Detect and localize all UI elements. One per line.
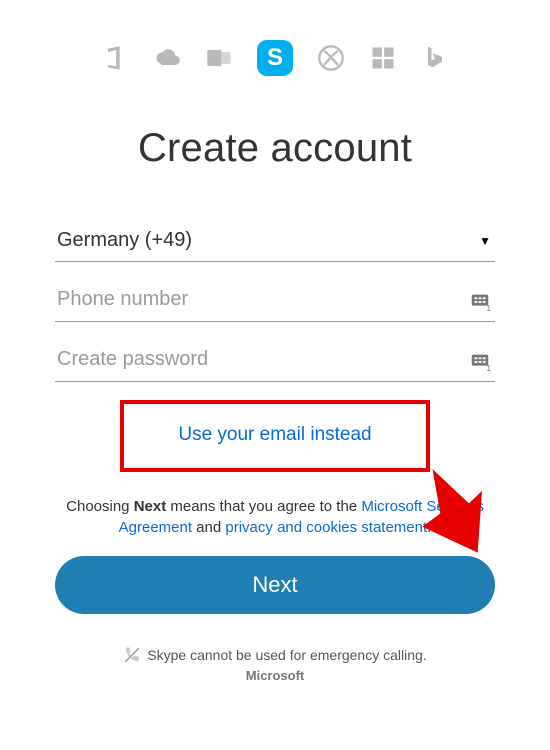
emergency-text: Skype cannot be used for emergency calli… — [147, 647, 426, 663]
microsoft-brand-text: Microsoft — [55, 668, 495, 683]
office-icon — [101, 44, 129, 72]
password-field[interactable]: 1 — [55, 340, 495, 382]
phone-field[interactable]: 1 — [55, 280, 495, 322]
legal-prefix: Choosing — [66, 498, 134, 515]
next-button[interactable]: Next — [55, 556, 495, 614]
phone-input[interactable] — [55, 280, 495, 321]
privacy-statement-link[interactable]: privacy and cookies statement — [225, 519, 427, 536]
no-emergency-icon — [123, 646, 141, 664]
xbox-icon — [317, 44, 345, 72]
legal-suffix: . — [427, 519, 431, 536]
legal-mid: means that you agree to the — [166, 498, 361, 515]
use-email-instead-link[interactable]: Use your email instead — [130, 408, 420, 462]
annotation-highlight-box: Use your email instead — [120, 400, 430, 472]
keypad-icon[interactable]: 1 — [469, 291, 491, 311]
outlook-icon — [205, 44, 233, 72]
legal-sep: and — [192, 519, 225, 536]
windows-icon — [369, 44, 397, 72]
brand-icon-row: S — [0, 0, 550, 86]
country-code-select-input[interactable]: Germany (+49) — [55, 221, 495, 261]
bing-icon — [421, 44, 449, 72]
page-title: Create account — [55, 126, 495, 171]
onedrive-icon — [153, 44, 181, 72]
keypad-icon[interactable]: 1 — [469, 351, 491, 371]
country-code-select[interactable]: Germany (+49) ▼ — [55, 221, 495, 262]
footer-note: Skype cannot be used for emergency calli… — [55, 646, 495, 683]
svg-text:1: 1 — [486, 364, 491, 373]
skype-icon: S — [257, 40, 293, 76]
svg-text:1: 1 — [486, 304, 491, 313]
legal-bold: Next — [134, 498, 167, 515]
password-input[interactable] — [55, 340, 495, 381]
legal-text: Choosing Next means that you agree to th… — [55, 496, 495, 538]
